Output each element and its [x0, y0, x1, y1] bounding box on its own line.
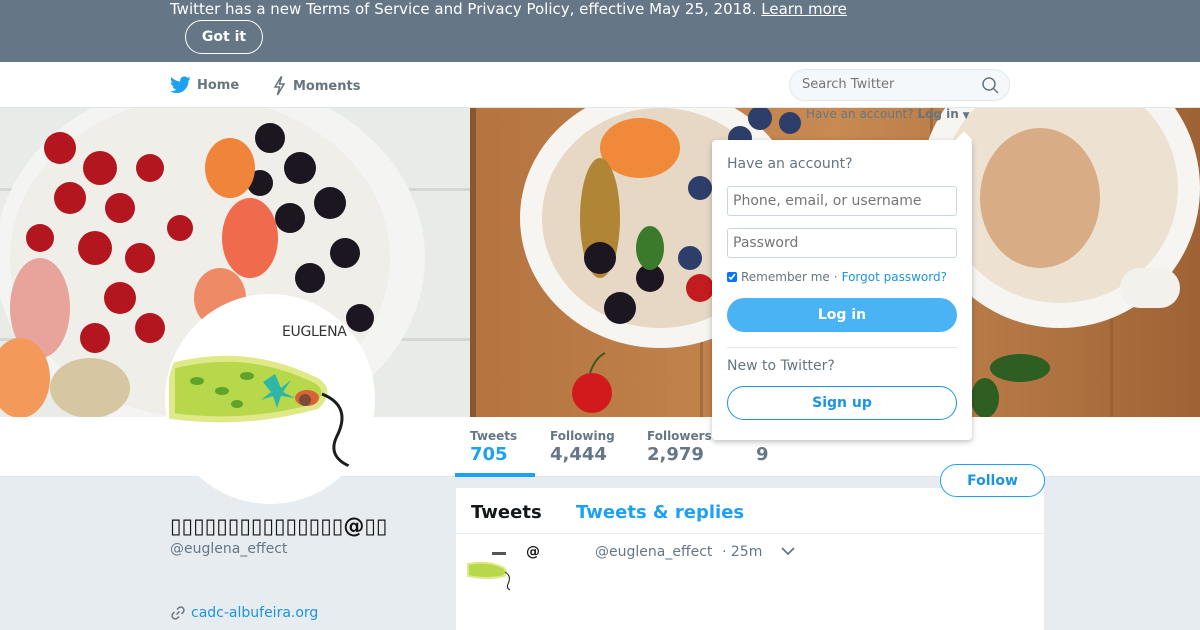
divider	[727, 347, 957, 348]
signup-button[interactable]: Sign up	[727, 386, 957, 420]
lightning-bolt-icon	[273, 76, 286, 96]
stat-value: 9	[756, 444, 769, 465]
nav-home[interactable]: Home	[170, 76, 239, 94]
profile-handle: @euglena_effect	[170, 541, 288, 557]
tweet-author-handle[interactable]: @euglena_effect	[595, 544, 712, 560]
stat-following[interactable]: Following 4,444	[550, 429, 615, 466]
search-icon[interactable]	[982, 77, 999, 94]
caret-down-icon[interactable]: ▼	[963, 111, 970, 121]
login-prompt: Have an account? Log in ▼	[806, 107, 970, 121]
policy-banner-text: Twitter has a new Terms of Service and P…	[170, 0, 847, 18]
link-icon	[171, 606, 185, 620]
policy-banner-message: Twitter has a new Terms of Service and P…	[170, 0, 757, 18]
forgot-password-link[interactable]: Forgot password?	[842, 270, 947, 284]
top-navigation: Home Moments	[0, 62, 1200, 108]
learn-more-link[interactable]: Learn more	[761, 0, 847, 18]
remember-me-checkbox[interactable]	[727, 272, 737, 282]
stat-value: 705	[470, 444, 508, 465]
new-to-twitter-heading: New to Twitter?	[727, 358, 835, 374]
login-prompt-question: Have an account?	[806, 107, 914, 121]
stat-tweets[interactable]: Tweets 705	[470, 429, 517, 466]
search-box	[789, 69, 1010, 101]
search-input[interactable]	[802, 77, 972, 92]
tweet-avatar[interactable]	[466, 546, 514, 594]
nav-moments-label: Moments	[293, 78, 361, 94]
active-tab-indicator	[455, 473, 535, 477]
login-dropdown-toggle[interactable]: Log in	[917, 107, 958, 121]
stat-label: Followers	[647, 429, 712, 443]
stat-followers[interactable]: Followers 2,979	[647, 429, 712, 466]
tweet-author-name[interactable]: @	[526, 544, 540, 560]
policy-banner: Twitter has a new Terms of Service and P…	[0, 0, 1200, 62]
stat-label: Tweets	[470, 429, 518, 443]
login-dropdown: Have an account? Remember me · Forgot pa…	[712, 131, 973, 440]
tab-tweets[interactable]: Tweets	[471, 502, 542, 523]
tweet-timestamp[interactable]: · 25m	[722, 544, 762, 560]
stat-label: Following	[550, 429, 615, 443]
stat-value: 4,444	[550, 444, 607, 465]
remember-row: Remember me · Forgot password?	[727, 270, 947, 284]
login-button[interactable]: Log in	[727, 298, 957, 332]
euglena-thumbnail	[466, 546, 514, 594]
follow-button[interactable]: Follow	[940, 464, 1045, 497]
twitter-bird-icon	[170, 76, 191, 94]
separator: ·	[833, 270, 838, 284]
stat-value: 2,979	[647, 444, 704, 465]
remember-me-label: Remember me	[741, 270, 830, 284]
nav-moments[interactable]: Moments	[272, 76, 360, 96]
website-link[interactable]: cadc-albufeira.org	[191, 605, 318, 621]
euglena-illustration	[169, 355, 350, 468]
login-heading: Have an account?	[727, 156, 853, 172]
profile-website: cadc-albufeira.org	[170, 605, 318, 621]
chevron-down-icon[interactable]	[781, 546, 795, 556]
timeline: Tweets Tweets & replies @ @euglena_effec…	[456, 488, 1044, 630]
password-field[interactable]	[727, 228, 957, 258]
nav-home-label: Home	[197, 77, 240, 93]
username-field[interactable]	[727, 186, 957, 216]
got-it-button[interactable]: Got it	[185, 20, 263, 54]
avatar[interactable]: EUGLENA	[165, 294, 375, 504]
display-name: ▯▯▯▯▯▯▯▯▯▯▯▯▯▯▯@▯▯	[170, 514, 388, 538]
tab-tweets-replies[interactable]: Tweets & replies	[576, 502, 744, 523]
